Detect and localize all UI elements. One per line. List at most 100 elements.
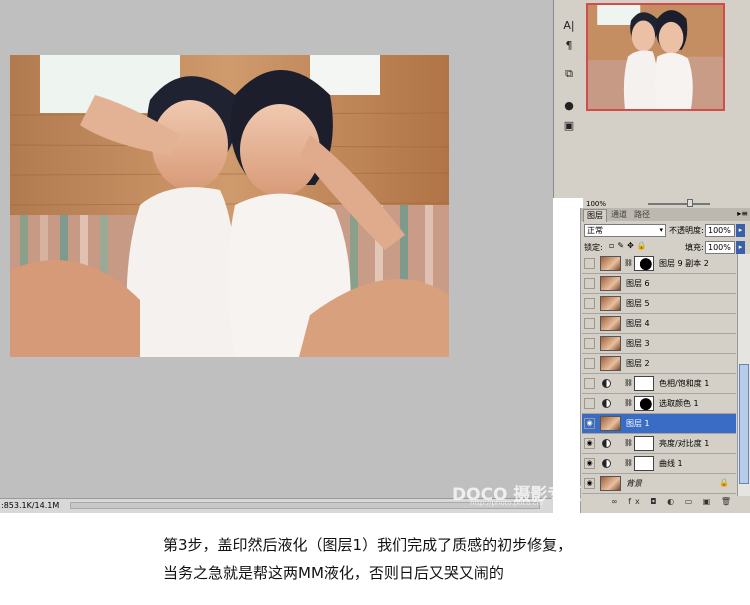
layer-list: ⛓ 图层 9 副本 2 图层 6 图层 5 图层 4 图层 3 图层 2 ⛓ 色相/饱和度 1 ⛓…: [582, 254, 736, 496]
panel-menu-icon[interactable]: ▸≡: [737, 209, 748, 218]
layer-row[interactable]: ⛓ 选取颜色 1: [582, 394, 736, 414]
layer-name: 图层 9 副本 2: [659, 259, 709, 268]
panel-tabs: 图层 通道 路径 ▸≡: [581, 208, 750, 222]
eye-icon[interactable]: ◉: [584, 458, 595, 469]
layer-mask-thumbnail[interactable]: [634, 376, 654, 391]
layer-thumbnail[interactable]: [600, 336, 621, 351]
layer-name: 图层 1: [626, 419, 650, 428]
tab-paths[interactable]: 路径: [631, 209, 653, 221]
layer-row[interactable]: ◉ ⛓ 曲线 1: [582, 454, 736, 474]
clone-source-icon[interactable]: ⧉: [560, 66, 578, 82]
visibility-toggle[interactable]: [584, 318, 595, 329]
layer-row[interactable]: ◉ ⛓ 亮度/对比度 1: [582, 434, 736, 454]
tab-channels[interactable]: 通道: [608, 209, 630, 221]
layer-mask-thumbnail[interactable]: [634, 456, 654, 471]
layer-name: 图层 4: [626, 319, 650, 328]
adjustment-layer-icon: [602, 399, 611, 408]
layer-name: 色相/饱和度 1: [659, 379, 710, 388]
layer-name: 图层 6: [626, 279, 650, 288]
panel-icon-strip: A| ¶ ⧉ ● ▣: [553, 0, 584, 198]
layers-panel: 图层 通道 路径 ▸≡ 正常 ▾ 不透明度: 100% ▸ 锁定: ▫✎✥🔒 填…: [580, 208, 750, 513]
opacity-label: 不透明度:: [669, 226, 704, 235]
layer-row[interactable]: 图层 5: [582, 294, 736, 314]
layer-mask-thumbnail[interactable]: [634, 256, 654, 271]
tab-layers[interactable]: 图层: [583, 209, 607, 222]
eye-icon[interactable]: ◉: [584, 438, 595, 449]
visibility-toggle[interactable]: [584, 258, 595, 269]
paragraph-icon[interactable]: ¶: [560, 38, 578, 54]
layer-name: 背景: [626, 479, 642, 488]
visibility-toggle[interactable]: [584, 278, 595, 289]
visibility-toggle[interactable]: [584, 358, 595, 369]
blend-mode-select[interactable]: 正常 ▾: [584, 224, 666, 237]
layer-row[interactable]: 图层 6: [582, 274, 736, 294]
fill-arrow-icon[interactable]: ▸: [736, 241, 745, 254]
link-icon[interactable]: ⛓: [624, 459, 633, 467]
layer-footer-icons[interactable]: ∞ fx ◘ ◐ ▭ ▣ 🗑: [611, 497, 735, 506]
opacity-value: 100%: [708, 226, 731, 235]
document-canvas[interactable]: [0, 0, 553, 498]
navigator-panel: 100%: [583, 0, 750, 208]
navigator-thumbnail[interactable]: [586, 3, 725, 111]
layer-name: 曲线 1: [659, 459, 683, 468]
zoom-slider-knob[interactable]: [687, 199, 693, 207]
fill-input[interactable]: 100%: [705, 241, 735, 254]
layer-thumbnail[interactable]: [600, 276, 621, 291]
adjustment-layer-icon: [602, 439, 611, 448]
layer-row[interactable]: ◉ 背景 🔒: [582, 474, 736, 494]
layer-name: 图层 3: [626, 339, 650, 348]
document-size-readout: :853.1K/14.1M: [1, 501, 60, 510]
layer-comps-icon[interactable]: ▣: [560, 118, 578, 134]
visibility-toggle[interactable]: [584, 298, 595, 309]
opacity-arrow-icon[interactable]: ▸: [736, 224, 745, 237]
layer-row[interactable]: 图层 3: [582, 334, 736, 354]
fill-label: 填充:: [685, 243, 704, 252]
layer-thumbnail[interactable]: [600, 256, 621, 271]
caption-line-2: 当务之急就是帮这两MM液化，否则日后又哭又闹的: [163, 564, 504, 582]
lock-label: 锁定:: [584, 243, 603, 252]
link-icon[interactable]: ⛓: [624, 259, 633, 267]
link-icon[interactable]: ⛓: [624, 439, 633, 447]
adjustment-layer-icon: [602, 459, 611, 468]
zoom-slider[interactable]: [648, 203, 710, 205]
layer-mask-thumbnail[interactable]: [634, 436, 654, 451]
brush-preset-icon[interactable]: ●: [560, 98, 578, 114]
layer-row[interactable]: 图层 4: [582, 314, 736, 334]
scrollbar-thumb[interactable]: [739, 364, 749, 484]
opacity-input[interactable]: 100%: [705, 224, 735, 237]
watermark-url: http://photo.poco.cn/: [470, 499, 544, 507]
visibility-toggle[interactable]: [584, 338, 595, 349]
layer-name: 选取颜色 1: [659, 399, 699, 408]
eye-icon[interactable]: ◉: [584, 418, 595, 429]
layer-thumbnail[interactable]: [600, 416, 621, 431]
link-icon[interactable]: ⛓: [624, 399, 633, 407]
link-icon[interactable]: ⛓: [624, 379, 633, 387]
adjustment-layer-icon: [602, 379, 611, 388]
blend-row: 正常 ▾ 不透明度: 100% ▸: [581, 223, 750, 239]
layer-row[interactable]: ◉ 图层 1: [582, 414, 736, 434]
layer-mask-thumbnail[interactable]: [634, 396, 654, 411]
layers-panel-footer: ∞ fx ◘ ◐ ▭ ▣ 🗑: [581, 496, 750, 510]
layer-list-scrollbar[interactable]: [737, 254, 750, 496]
lock-icon: 🔒: [719, 478, 729, 487]
visibility-toggle[interactable]: [584, 398, 595, 409]
layer-thumbnail[interactable]: [600, 316, 621, 331]
chevron-down-icon: ▾: [659, 226, 663, 234]
fill-value: 100%: [708, 243, 731, 252]
caption-text: 第3步，盖印然后液化（图层1）我们完成了质感的初步修复， 当务之急就是帮这两MM…: [163, 531, 743, 587]
lock-icons[interactable]: ▫✎✥🔒: [609, 241, 650, 250]
layer-name: 亮度/对比度 1: [659, 439, 710, 448]
layer-name: 图层 2: [626, 359, 650, 368]
character-icon[interactable]: A|: [560, 18, 578, 34]
layer-row[interactable]: ⛓ 图层 9 副本 2: [582, 254, 736, 274]
layer-thumbnail[interactable]: [600, 356, 621, 371]
blend-mode-value: 正常: [587, 226, 603, 235]
photo-image: [10, 55, 449, 357]
visibility-toggle[interactable]: [584, 378, 595, 389]
layer-name: 图层 5: [626, 299, 650, 308]
layer-row[interactable]: ⛓ 色相/饱和度 1: [582, 374, 736, 394]
layer-row[interactable]: 图层 2: [582, 354, 736, 374]
layer-thumbnail[interactable]: [600, 296, 621, 311]
layer-thumbnail[interactable]: [600, 476, 621, 491]
caption-line-1: 第3步，盖印然后液化（图层1）我们完成了质感的初步修复，: [163, 536, 573, 554]
